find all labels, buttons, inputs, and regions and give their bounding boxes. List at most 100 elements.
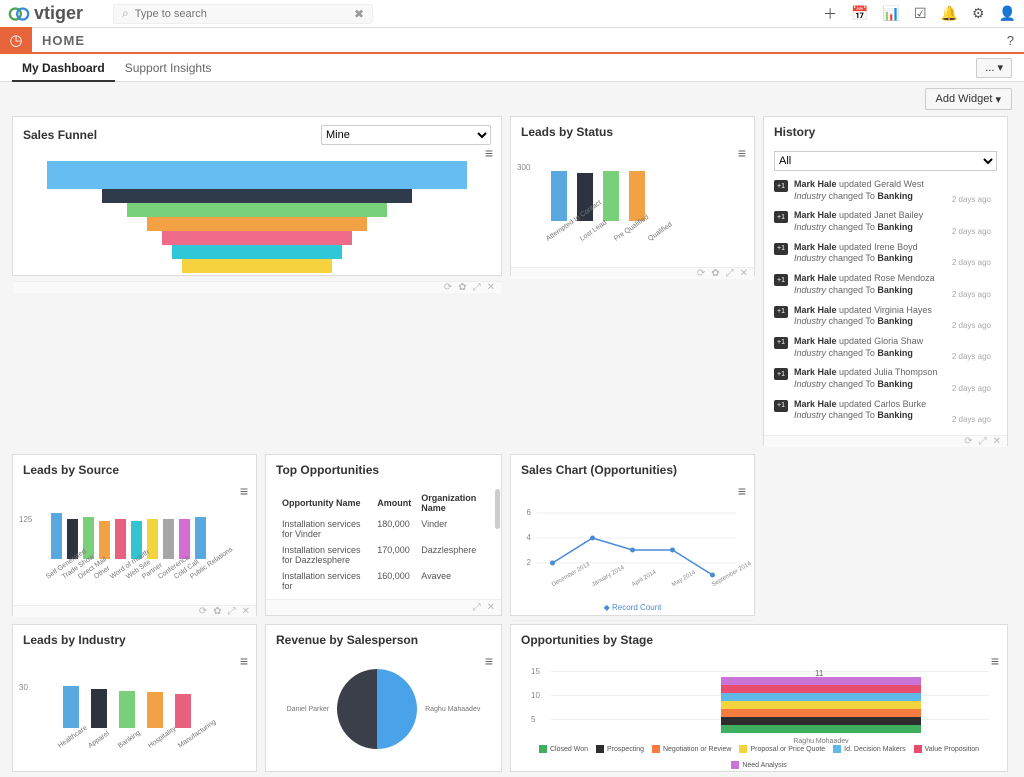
bar xyxy=(51,513,62,559)
bar xyxy=(115,519,126,559)
home-label: HOME xyxy=(42,33,85,48)
history-time: 2 days ago xyxy=(952,321,991,330)
bar xyxy=(629,171,645,221)
home-icon[interactable]: ◷ xyxy=(0,27,32,53)
table-row[interactable]: Installation services for Dazzlesphere17… xyxy=(278,543,489,567)
help-icon[interactable]: ? xyxy=(1007,33,1014,48)
history-item[interactable]: +1Mark Hale updated Gerald WestIndustry … xyxy=(774,175,991,206)
refresh-icon[interactable]: ⟳ xyxy=(444,282,452,293)
widget-leads-status: Leads by Status ≡ 300 Attempted to Conta… xyxy=(510,116,755,276)
widget-history: History All +1Mark Hale updated Gerald W… xyxy=(763,116,1008,446)
calendar-icon[interactable]: 📅 xyxy=(851,5,868,22)
homebar: ◷ HOME ? xyxy=(0,28,1024,54)
update-icon: +1 xyxy=(774,306,788,318)
update-icon: +1 xyxy=(774,211,788,223)
history-item[interactable]: +1Mark Hale updated Virginia HayesIndust… xyxy=(774,301,991,332)
widget-title: Sales Chart (Opportunities) xyxy=(521,463,677,477)
col-opp-name: Opportunity Name xyxy=(278,491,371,515)
gear-icon[interactable]: ⚙ xyxy=(972,5,985,22)
settings-icon[interactable]: ✿ xyxy=(213,606,221,617)
history-filter-select[interactable]: All xyxy=(774,151,997,171)
update-icon: +1 xyxy=(774,274,788,286)
logo-text: vtiger xyxy=(34,3,83,24)
widget-leads-industry: Leads by Industry ≡ 30 HealthcareApparel… xyxy=(12,624,257,772)
funnel-chart xyxy=(23,161,491,273)
close-icon[interactable]: ✕ xyxy=(242,606,250,617)
history-item[interactable]: +1Mark Hale updated Rose MendozaIndustry… xyxy=(774,269,991,300)
col-amount: Amount xyxy=(373,491,415,515)
pie-right-label: Raghu Mahaadev xyxy=(425,706,480,713)
table-row[interactable]: Installation services for160,000Avavee xyxy=(278,569,489,593)
sales-line-chart: 6 4 2 xyxy=(521,503,744,583)
widget-sales-chart: Sales Chart (Opportunities) ≡ 6 4 2 Dece… xyxy=(510,454,755,616)
add-widget-button[interactable]: Add Widget ▾ xyxy=(925,88,1012,110)
settings-icon[interactable]: ✿ xyxy=(711,268,719,279)
widget-title: Leads by Status xyxy=(521,125,613,139)
bar xyxy=(119,691,135,729)
expand-icon[interactable]: ⤢ xyxy=(473,282,481,293)
widget-title: Revenue by Salesperson xyxy=(276,633,418,647)
history-time: 2 days ago xyxy=(952,415,991,424)
expand-icon[interactable]: ⤢ xyxy=(228,606,236,617)
add-icon[interactable]: ＋ xyxy=(823,4,837,24)
search-icon: ⌕ xyxy=(122,6,129,21)
widget-title: Sales Funnel xyxy=(23,128,97,142)
widget-revenue-sp: Revenue by Salesperson ≡ Daniel Parker R… xyxy=(265,624,502,772)
history-item[interactable]: +1Mark Hale updated Irene BoydIndustry c… xyxy=(774,238,991,269)
close-icon[interactable]: ✕ xyxy=(487,282,495,293)
funnel-filter-select[interactable]: Mine xyxy=(321,125,491,145)
stacked-legend: Closed Won Prospecting Negotiation or Re… xyxy=(521,745,997,769)
bell-icon[interactable]: 🔔 xyxy=(941,5,958,22)
chart-icon[interactable]: 📊 xyxy=(883,5,900,22)
history-time: 2 days ago xyxy=(952,352,991,361)
history-item[interactable]: +1Mark Hale updated Carlos BurkeIndustry… xyxy=(774,395,991,426)
top-opp-table: Opportunity Name Amount Organization Nam… xyxy=(276,489,491,595)
history-time: 2 days ago xyxy=(952,384,991,393)
x-label: Hospitality xyxy=(147,725,177,749)
update-icon: +1 xyxy=(774,243,788,255)
widget-title: Leads by Industry xyxy=(23,633,126,647)
expand-icon[interactable]: ⤢ xyxy=(473,602,481,613)
search-box[interactable]: ⌕ ✖ xyxy=(113,4,373,24)
close-icon[interactable]: ✕ xyxy=(487,602,495,613)
search-input[interactable] xyxy=(135,8,354,20)
close-icon[interactable]: ✕ xyxy=(740,268,748,279)
y-tick: 30 xyxy=(19,683,28,692)
history-list[interactable]: +1Mark Hale updated Gerald WestIndustry … xyxy=(774,175,997,427)
logo[interactable]: vtiger xyxy=(8,3,83,25)
tab-support-insights[interactable]: Support Insights xyxy=(115,54,222,82)
history-time: 2 days ago xyxy=(952,227,991,236)
history-item[interactable]: +1Mark Hale updated Julia ThompsonIndust… xyxy=(774,363,991,394)
check-icon[interactable]: ☑ xyxy=(914,5,927,22)
table-row[interactable]: Installation services for Vinder180,000V… xyxy=(278,517,489,541)
history-item[interactable]: +1Mark Hale updated Janet BaileyIndustry… xyxy=(774,206,991,237)
topbar-actions: ＋ 📅 📊 ☑ 🔔 ⚙ 👤 xyxy=(823,4,1016,24)
refresh-icon[interactable]: ⟳ xyxy=(964,436,972,447)
stacked-chart: 15105 11 Raghu Mohaadev xyxy=(521,665,997,745)
more-button[interactable]: ... ▾ xyxy=(976,58,1012,78)
close-icon[interactable]: ✕ xyxy=(993,436,1001,447)
widget-title: History xyxy=(774,125,815,139)
svg-text:2: 2 xyxy=(527,558,532,567)
history-item[interactable]: +1Mark Hale updated Gloria ShawIndustry … xyxy=(774,332,991,363)
refresh-icon[interactable]: ⟳ xyxy=(697,268,705,279)
y-tick: 125 xyxy=(19,515,32,524)
scrollbar[interactable] xyxy=(495,489,500,529)
tab-my-dashboard[interactable]: My Dashboard xyxy=(12,54,115,82)
y-tick: 300 xyxy=(517,163,530,172)
widget-title: Leads by Source xyxy=(23,463,119,477)
refresh-icon[interactable]: ⟳ xyxy=(199,606,207,617)
clear-search-icon[interactable]: ✖ xyxy=(354,7,364,21)
x-label: Qualified xyxy=(647,221,674,243)
bar xyxy=(147,692,163,728)
tabbar: My Dashboard Support Insights ... ▾ xyxy=(0,54,1024,82)
expand-icon[interactable]: ⤢ xyxy=(726,268,734,279)
bar xyxy=(63,686,79,728)
bar xyxy=(179,519,190,559)
bar xyxy=(163,519,174,559)
settings-icon[interactable]: ✿ xyxy=(458,282,466,293)
history-time: 2 days ago xyxy=(952,290,991,299)
widget-top-opportunities: Top Opportunities Opportunity Name Amoun… xyxy=(265,454,502,616)
expand-icon[interactable]: ⤢ xyxy=(979,436,987,447)
user-icon[interactable]: 👤 xyxy=(999,5,1016,22)
